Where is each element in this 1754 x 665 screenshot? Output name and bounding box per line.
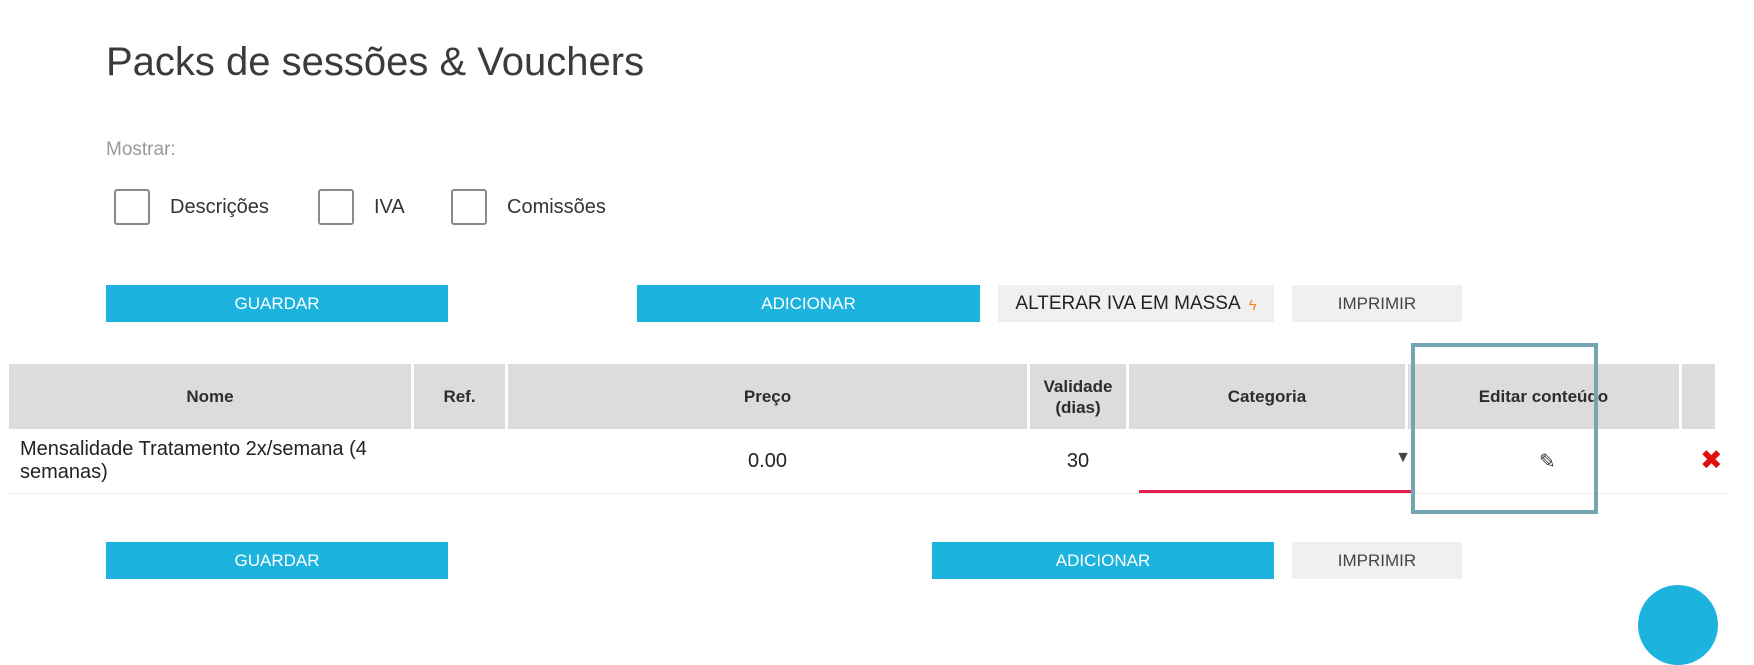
checkbox-label: Descrições	[170, 195, 269, 218]
add-button[interactable]: ADICIONAR	[637, 285, 980, 322]
bulk-vat-label: ALTERAR IVA EM MASSA	[1015, 292, 1241, 314]
dropdown-arrow-icon: ▼	[1395, 449, 1411, 466]
column-header-actions	[1682, 364, 1715, 429]
row-name: Mensalidade Tratamento 2x/semana (4 sema…	[20, 438, 367, 483]
lightning-icon: ϟ	[1248, 297, 1257, 314]
row-validity[interactable]: 30	[1030, 429, 1126, 493]
show-label: Mostrar:	[106, 139, 176, 160]
add-button-bottom[interactable]: ADICIONAR	[932, 542, 1274, 579]
category-select[interactable]: ▼	[1139, 429, 1415, 493]
chat-button[interactable]	[1638, 585, 1718, 665]
row-price[interactable]: 0.00	[508, 429, 1027, 493]
column-header-ref: Ref.	[414, 364, 505, 429]
print-button[interactable]: IMPRIMIR	[1292, 285, 1462, 322]
column-header-edit-content: Editar conteúdo	[1408, 364, 1679, 429]
bulk-vat-button[interactable]: ALTERAR IVA EM MASSA ϟ	[998, 285, 1274, 322]
checkbox-descriptions[interactable]: Descrições	[114, 189, 269, 225]
checkbox-vat[interactable]: IVA	[318, 189, 405, 225]
print-button-bottom[interactable]: IMPRIMIR	[1292, 542, 1462, 579]
checkbox-box[interactable]	[318, 189, 354, 225]
checkbox-label: Comissões	[507, 195, 606, 218]
save-button-bottom[interactable]: GUARDAR	[106, 542, 448, 579]
page-title: Packs de sessões & Vouchers	[106, 40, 645, 84]
checkbox-box[interactable]	[451, 189, 487, 225]
checkbox-commissions[interactable]: Comissões	[451, 189, 606, 225]
pencil-icon[interactable]: ✎	[1539, 449, 1556, 474]
table-row: Mensalidade Tratamento 2x/semana (4 sema…	[9, 429, 1728, 494]
column-header-category: Categoria	[1129, 364, 1405, 429]
column-header-validity: Validade (dias)	[1030, 364, 1126, 429]
column-header-price: Preço	[508, 364, 1027, 429]
checkbox-label: IVA	[374, 195, 405, 218]
table-header: Nome Ref. Preço Validade (dias) Categori…	[9, 364, 1728, 429]
checkbox-box[interactable]	[114, 189, 150, 225]
column-header-name: Nome	[9, 364, 411, 429]
save-button[interactable]: GUARDAR	[106, 285, 448, 322]
close-icon[interactable]: ✖	[1700, 445, 1723, 476]
row-ref	[414, 429, 505, 493]
